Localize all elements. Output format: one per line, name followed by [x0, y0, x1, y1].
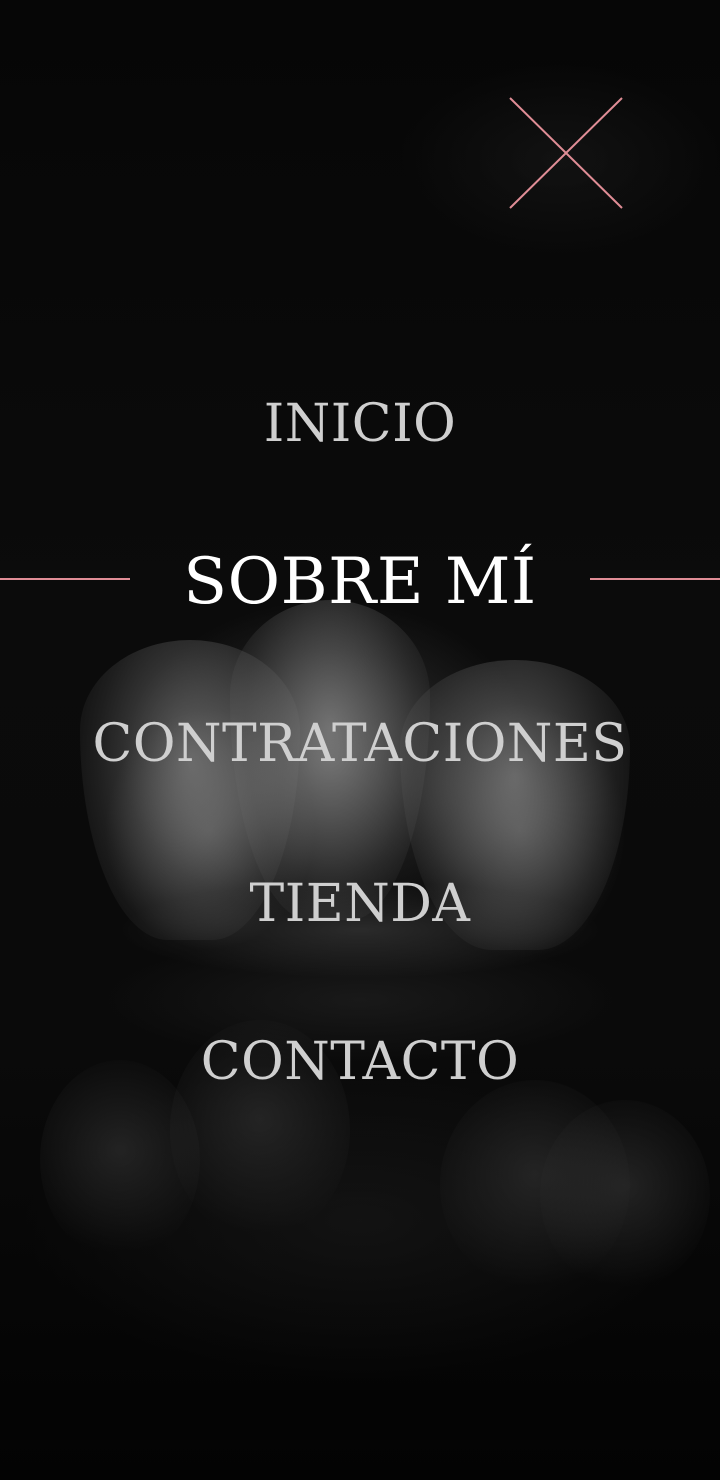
mobile-menu-screen: INICIO SOBRE MÍ CONTRATACIONES TIENDA CO… — [0, 0, 720, 1480]
menu-item-contacto[interactable]: CONTACTO — [0, 1036, 720, 1088]
menu-item-contrataciones[interactable]: CONTRATACIONES — [0, 718, 720, 770]
menu-item-inicio[interactable]: INICIO — [0, 398, 720, 450]
menu-item-sobre-mi[interactable]: SOBRE MÍ — [0, 550, 720, 614]
main-navigation-menu: INICIO SOBRE MÍ CONTRATACIONES TIENDA CO… — [0, 0, 720, 1480]
menu-item-tienda[interactable]: TIENDA — [0, 878, 720, 930]
active-indicator-line-right — [590, 578, 720, 580]
